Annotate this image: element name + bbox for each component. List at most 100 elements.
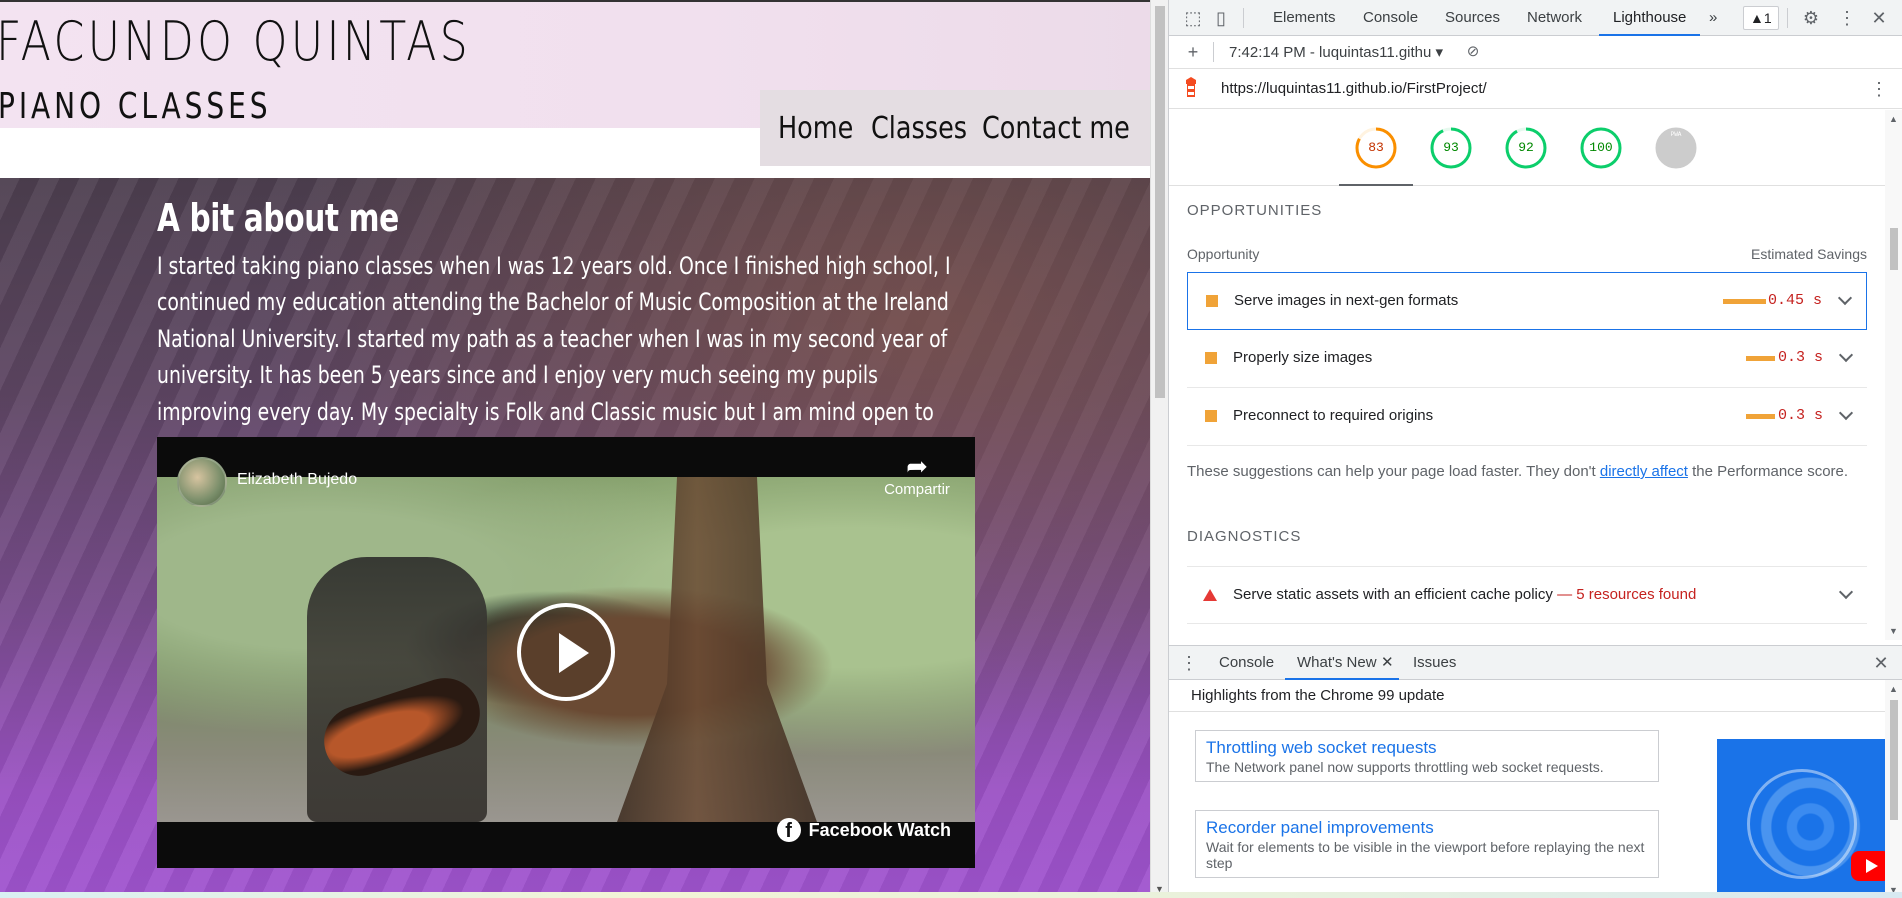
error-triangle-icon: [1203, 589, 1217, 601]
whats-new-video-thumbnail[interactable]: [1717, 739, 1887, 898]
drawer-tab-whats-new[interactable]: What's New: [1285, 646, 1399, 680]
savings-value: 0.3 s: [1777, 407, 1823, 424]
savings-bar: [1746, 414, 1775, 419]
close-devtools-icon[interactable]: ✕: [1867, 6, 1891, 30]
drawer-tab-issues[interactable]: Issues: [1413, 646, 1456, 680]
lighthouse-logo-icon: [1186, 77, 1196, 97]
tab-lighthouse[interactable]: Lighthouse: [1598, 0, 1701, 36]
main-nav: Home Classes Contact me: [760, 90, 1150, 166]
whats-new-card[interactable]: Recorder panel improvements Wait for ele…: [1195, 810, 1659, 878]
share-button[interactable]: ➦ Compartir: [877, 451, 957, 499]
report-selector-label: 7:42:14 PM - luquintas11.githu: [1229, 44, 1432, 61]
close-tab-icon[interactable]: ✕: [1381, 646, 1394, 680]
share-label: Compartir: [884, 481, 950, 498]
page-scrollbar-thumb[interactable]: [1155, 6, 1165, 398]
card-title[interactable]: Recorder panel improvements: [1206, 817, 1648, 839]
settings-gear-icon[interactable]: ⚙: [1799, 6, 1823, 30]
gauge-pwa[interactable]: PWA: [1654, 126, 1698, 170]
savings-bar: [1723, 299, 1766, 304]
card-title[interactable]: Throttling web socket requests: [1206, 737, 1648, 759]
device-toolbar-icon[interactable]: ▯: [1209, 6, 1233, 30]
directly-affect-link[interactable]: directly affect: [1600, 463, 1688, 480]
gauge-score: 100: [1589, 140, 1613, 155]
savings-value: 0.45 s: [1767, 292, 1822, 309]
toolbar-divider: [1787, 8, 1788, 28]
chevron-down-icon[interactable]: [1838, 405, 1854, 421]
brand-subtitle: PIANO CLASSES: [0, 86, 272, 127]
suggestion-text-end: the Performance score.: [1687, 463, 1849, 480]
scroll-up-icon[interactable]: ▲: [1889, 684, 1898, 694]
page-scrollbar[interactable]: ▼: [1150, 0, 1168, 898]
warning-square-icon: [1206, 295, 1218, 307]
nav-classes[interactable]: Classes: [871, 111, 971, 146]
video-player[interactable]: Elizabeth Bujedo ➦ Compartir f Facebook …: [157, 437, 975, 868]
toolbar-divider: [1213, 42, 1214, 62]
tab-sources[interactable]: Sources: [1445, 0, 1500, 36]
tab-console[interactable]: Console: [1363, 0, 1418, 36]
drawer-tab-console[interactable]: Console: [1219, 646, 1274, 680]
opportunity-column-label: Opportunity: [1187, 246, 1260, 262]
opportunity-row[interactable]: Serve images in next-gen formats 0.45 s: [1187, 272, 1867, 330]
facebook-watch-link[interactable]: f Facebook Watch: [776, 818, 951, 842]
more-tabs-icon[interactable]: »: [1709, 0, 1717, 36]
close-drawer-icon[interactable]: ✕: [1869, 651, 1893, 675]
opportunities-title: OPPORTUNITIES: [1187, 202, 1323, 219]
card-description: The Network panel now supports throttlin…: [1206, 759, 1604, 775]
nav-home[interactable]: Home: [778, 111, 862, 146]
tab-elements[interactable]: Elements: [1273, 0, 1336, 36]
gauge-score: PWA: [1670, 131, 1682, 138]
report-scrollbar-thumb[interactable]: [1890, 228, 1898, 270]
gauge-performance[interactable]: 83: [1354, 126, 1398, 170]
decorative-ring: [1747, 769, 1857, 879]
gauge-best-practices[interactable]: 92: [1504, 126, 1548, 170]
play-button[interactable]: [517, 603, 615, 701]
about-title: A bit about me: [157, 196, 399, 240]
opportunities-header: Opportunity Estimated Savings: [1187, 246, 1867, 262]
warning-square-icon: [1205, 410, 1217, 422]
video-author[interactable]: Elizabeth Bujedo: [237, 471, 357, 489]
facebook-icon: f: [776, 818, 801, 842]
savings-column-label: Estimated Savings: [1751, 246, 1867, 262]
scroll-down-icon[interactable]: ▼: [1889, 626, 1898, 636]
clear-reports-icon[interactable]: ⊘: [1461, 40, 1485, 64]
drawer-menu-icon[interactable]: ⋮: [1177, 651, 1201, 675]
diagnostics-title: DIAGNOSTICS: [1187, 528, 1302, 545]
chevron-down-icon[interactable]: [1838, 347, 1854, 363]
report-scrollbar[interactable]: ▲ ▼: [1885, 110, 1902, 640]
gauge-seo[interactable]: 100: [1579, 126, 1623, 170]
diagnostic-title: Serve static assets with an efficient ca…: [1233, 567, 1696, 623]
card-description: Wait for elements to be visible in the v…: [1206, 839, 1645, 871]
devtools-drawer: ⋮ Console What's New ✕ Issues ✕ Highligh…: [1169, 645, 1902, 898]
chevron-down-icon[interactable]: [1837, 290, 1853, 306]
brand-name: FACUNDO QUINTAS: [0, 10, 472, 73]
new-report-icon[interactable]: +: [1181, 40, 1205, 64]
opportunity-title: Preconnect to required origins: [1233, 407, 1434, 424]
gauge-score: 92: [1518, 140, 1534, 155]
drawer-tabbar: ⋮ Console What's New ✕ Issues ✕: [1169, 646, 1902, 680]
more-options-icon[interactable]: ⋮: [1835, 6, 1859, 30]
about-text: I started taking piano classes when I wa…: [157, 252, 951, 462]
nav-contact[interactable]: Contact me: [982, 111, 1130, 146]
chevron-down-icon: ▾: [1435, 44, 1444, 61]
warning-count-badge[interactable]: ▲1: [1743, 6, 1779, 30]
opportunity-row[interactable]: Preconnect to required origins 0.3 s: [1187, 388, 1867, 446]
opportunity-row[interactable]: Properly size images 0.3 s: [1187, 330, 1867, 388]
report-selector[interactable]: 7:42:14 PM - luquintas11.githu ▾: [1229, 36, 1443, 69]
drawer-scrollbar-thumb[interactable]: [1890, 700, 1898, 820]
chevron-down-icon[interactable]: [1838, 584, 1854, 600]
diagnostic-count: — 5 resources found: [1557, 586, 1697, 603]
report-url[interactable]: https://luquintas11.github.io/FirstProje…: [1221, 69, 1487, 109]
youtube-play-icon[interactable]: [1851, 851, 1887, 881]
report-menu-icon[interactable]: ⋮: [1867, 77, 1891, 101]
drawer-scrollbar[interactable]: ▲ ▼: [1885, 680, 1902, 898]
scroll-up-icon[interactable]: ▲: [1889, 114, 1898, 124]
author-avatar[interactable]: [177, 457, 227, 507]
diagnostic-row[interactable]: Serve static assets with an efficient ca…: [1187, 566, 1867, 624]
whats-new-card[interactable]: Throttling web socket requests The Netwo…: [1195, 730, 1659, 782]
inspect-element-icon[interactable]: ⬚: [1181, 6, 1205, 30]
gauge-accessibility[interactable]: 93: [1429, 126, 1473, 170]
tab-network[interactable]: Network: [1527, 0, 1582, 36]
savings-bar: [1746, 356, 1775, 361]
whats-new-heading: Highlights from the Chrome 99 update: [1169, 680, 1885, 712]
lighthouse-report: 83 93 92 100 PWA OPPORTUNITIES Opportuni…: [1169, 110, 1885, 640]
